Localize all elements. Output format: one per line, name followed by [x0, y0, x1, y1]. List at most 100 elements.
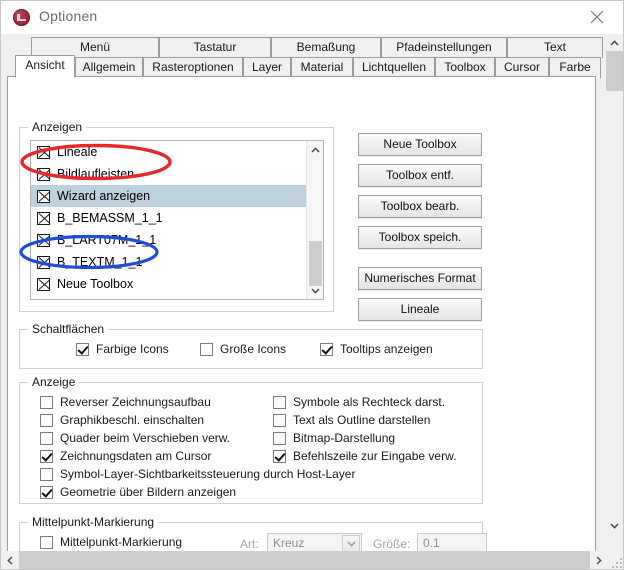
list-item[interactable]: Bildlaufleisten	[31, 163, 323, 185]
tab-label: Menü	[79, 40, 111, 54]
checkbox-befehlszeile-zur-eingabe-verw[interactable]: Befehlszeile zur Eingabe verw.	[273, 449, 456, 463]
checkbox-label: Farbige Icons	[96, 342, 169, 356]
list-item[interactable]: Wizard anzeigen	[31, 185, 323, 207]
checkbox-symbol-layer-sichtbarkeitssteuerung-durch-host-layer[interactable]: Symbol-Layer-Sichtbarkeitssteuerung durc…	[40, 467, 355, 481]
tab-label: Tastatur	[193, 40, 237, 54]
checkbox-x-icon[interactable]	[37, 211, 50, 225]
tab-ansicht[interactable]: Ansicht	[15, 55, 75, 78]
tab-allgemein[interactable]: Allgemein	[75, 57, 143, 78]
checkbox-box	[273, 395, 286, 409]
art-combobox-value: Kreuz	[273, 536, 305, 550]
button-toolbox-entf[interactable]: Toolbox entf.	[358, 164, 482, 187]
tab-tastatur[interactable]: Tastatur	[159, 37, 271, 58]
checkbox-x-icon[interactable]	[37, 167, 50, 181]
checkbox-bitmap-darstellung[interactable]: Bitmap-Darstellung	[273, 431, 395, 445]
button-label: Toolbox entf.	[385, 168, 455, 182]
tab-text[interactable]: Text	[507, 37, 603, 58]
checkbox-reverser-zeichnungsaufbau[interactable]: Reverser Zeichnungsaufbau	[40, 395, 211, 409]
list-item-label: B_LART07M_1_1	[57, 233, 157, 247]
art-combobox[interactable]: Kreuz	[267, 533, 362, 553]
tab-label: Bemaßung	[296, 40, 356, 54]
checkbox-quader-beim-verschieben-verw[interactable]: Quader beim Verschieben verw.	[40, 431, 230, 445]
list-item[interactable]: B_BEMASSM_1_1	[31, 207, 323, 229]
hscroll-left-button[interactable]	[1, 551, 19, 569]
tab-lichtquellen[interactable]: Lichtquellen	[353, 57, 435, 78]
listbox-scroll-up-button[interactable]	[307, 141, 323, 158]
checkbox-x-icon[interactable]	[37, 145, 50, 159]
checkbox-tooltips-anzeigen[interactable]: Tooltips anzeigen	[320, 342, 433, 356]
groesse-value: 0.1	[423, 536, 440, 550]
tab-strip: Menü Tastatur Bemaßung Pfadeinstellungen Tex…	[7, 37, 603, 79]
checkbox-box	[273, 413, 286, 427]
checkbox-box	[320, 342, 333, 356]
tab-label: Allgemein	[82, 60, 136, 74]
checkbox-gro-e-icons[interactable]: Große Icons	[200, 342, 286, 356]
list-item[interactable]: Lineale	[31, 141, 323, 163]
chevron-down-icon	[311, 287, 320, 294]
checkbox-label: Text als Outline darstellen	[293, 413, 431, 427]
group-anzeige: Anzeige Reverser Zeichnungsaufbau Graphik…	[19, 375, 483, 504]
checkbox-x-icon[interactable]	[37, 233, 50, 247]
anzeigen-listbox[interactable]: Lineale Bildlaufleisten Wizard anzeigen B_B…	[30, 140, 324, 300]
art-combobox-arrow[interactable]	[342, 535, 360, 552]
checkbox-geometrie-ber-bildern-anzeigen[interactable]: Geometrie über Bildern anzeigen	[40, 485, 236, 499]
checkbox-text-als-outline-darstellen[interactable]: Text als Outline darstellen	[273, 413, 430, 427]
tab-material[interactable]: Material	[291, 57, 353, 78]
checkbox-farbige-icons[interactable]: Farbige Icons	[76, 342, 169, 356]
options-dialog: Optionen Menü Tastatur Bemaßung Pfadeinstel…	[0, 0, 624, 570]
checkbox-label: Befehlszeile zur Eingabe verw.	[293, 449, 457, 463]
checkbox-symbole-als-rechteck-darst[interactable]: Symbole als Rechteck darst.	[273, 395, 445, 409]
checkbox-label: Zeichnungsdaten am Cursor	[60, 449, 212, 463]
tab-rasteroptionen[interactable]: Rasteroptionen	[143, 57, 243, 78]
list-item-label: Bildlaufleisten	[57, 167, 135, 181]
list-item-label: Neue Toolbox	[57, 277, 134, 291]
resize-grip-icon[interactable]	[607, 553, 622, 568]
list-item[interactable]: Neue Toolbox	[31, 273, 323, 295]
tab-label: Layer	[251, 60, 283, 74]
tab-pfadeinstellungen[interactable]: Pfadeinstellungen	[381, 37, 507, 58]
button-numerisches-format[interactable]: Numerisches Format	[358, 267, 482, 290]
groesse-input[interactable]: 0.1	[417, 533, 487, 553]
button-toolbox-speich[interactable]: Toolbox speich.	[358, 226, 482, 249]
hscroll-thumb[interactable]	[19, 551, 590, 569]
list-item[interactable]: B_TEXTM_1_1	[31, 251, 323, 273]
listbox-scroll-thumb[interactable]	[309, 241, 322, 286]
hscroll-right-button[interactable]	[590, 551, 608, 569]
tab-cursor[interactable]: Cursor	[495, 57, 549, 78]
vscroll-up-button[interactable]	[606, 34, 623, 51]
chevron-left-icon	[7, 555, 13, 565]
checkbox-box	[40, 485, 53, 499]
checkbox-x-icon[interactable]	[37, 277, 50, 291]
list-item[interactable]: B_LART07M_1_1	[31, 229, 323, 251]
mittelpunkt-markierung-checkbox[interactable]: Mittelpunkt-Markierung	[40, 535, 182, 549]
vscroll-thumb[interactable]	[606, 51, 623, 91]
button-neue-toolbox[interactable]: Neue Toolbox	[358, 133, 482, 156]
checkbox-x-icon[interactable]	[37, 189, 50, 203]
checkbox-label: Symbol-Layer-Sichtbarkeitssteuerung durc…	[60, 467, 356, 481]
listbox-scroll-down-button[interactable]	[307, 282, 323, 299]
close-button[interactable]	[577, 1, 619, 33]
group-schaltflaechen-title: Schaltflächen	[28, 322, 109, 336]
chevron-down-icon	[346, 540, 356, 547]
vscroll-down-button[interactable]	[606, 517, 623, 534]
tab-layer[interactable]: Layer	[243, 57, 291, 78]
button-lineale[interactable]: Lineale	[358, 298, 482, 321]
tab-label: Lichtquellen	[361, 60, 427, 74]
dialog-vertical-scrollbar[interactable]	[606, 34, 623, 552]
checkbox-graphikbeschl-einschalten[interactable]: Graphikbeschl. einschalten	[40, 413, 204, 427]
checkbox-zeichnungsdaten-am-cursor[interactable]: Zeichnungsdaten am Cursor	[40, 449, 211, 463]
chevron-right-icon	[596, 555, 602, 565]
checkbox-label: Mittelpunkt-Markierung	[60, 535, 183, 549]
chevron-down-icon	[610, 522, 619, 529]
tab-farbe[interactable]: Farbe	[549, 57, 601, 78]
listbox-scrollbar[interactable]	[306, 141, 323, 299]
dialog-horizontal-scrollbar[interactable]	[1, 551, 608, 569]
button-label: Numerisches Format	[364, 271, 476, 285]
checkbox-x-icon[interactable]	[37, 255, 50, 269]
tab-toolbox[interactable]: Toolbox	[435, 57, 495, 78]
checkbox-box	[40, 535, 53, 549]
tab-label: Material	[300, 60, 344, 74]
tab-bema-ung[interactable]: Bemaßung	[271, 37, 381, 58]
button-toolbox-bearb[interactable]: Toolbox bearb.	[358, 195, 482, 218]
checkbox-box	[40, 431, 53, 445]
